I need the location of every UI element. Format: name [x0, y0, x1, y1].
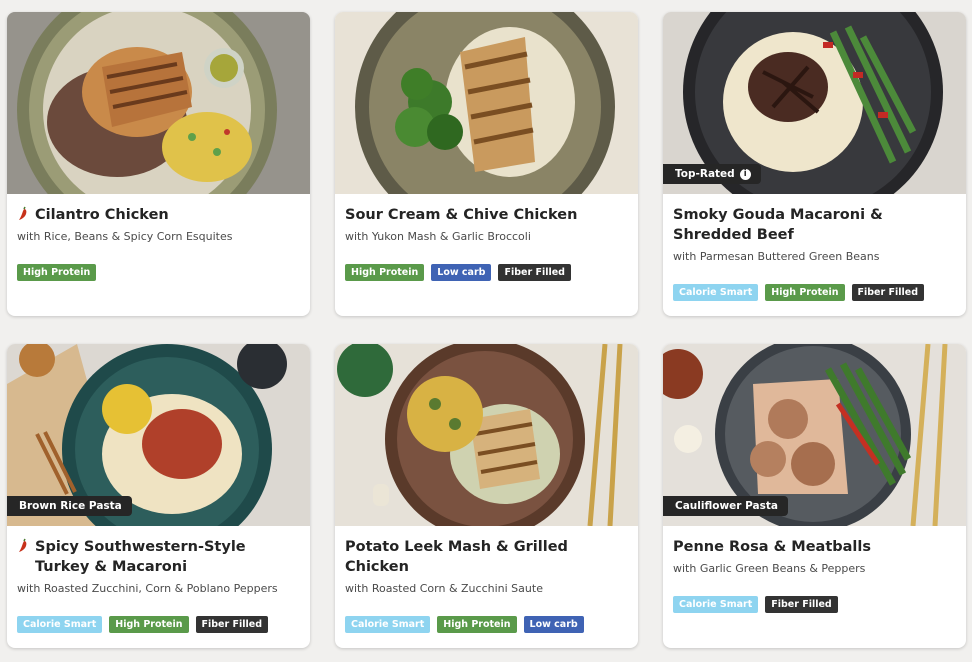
chili-pepper-icon: [17, 205, 29, 225]
meal-grid: Cilantro Chicken with Rice, Beans & Spic…: [0, 0, 972, 662]
meal-tags: Calorie Smart High Protein Low carb: [345, 616, 628, 633]
meal-tags: Calorie Smart High Protein Fiber Filled: [17, 616, 300, 633]
top-rated-ribbon[interactable]: Top-Rated i: [663, 164, 761, 184]
pasta-ribbon: Cauliflower Pasta: [663, 496, 788, 516]
meal-subtitle: with Roasted Zucchini, Corn & Poblano Pe…: [17, 582, 278, 595]
tag-high-protein: High Protein: [765, 284, 845, 301]
tag-high-protein: High Protein: [17, 264, 97, 281]
meal-subtitle: with Parmesan Buttered Green Beans: [673, 250, 880, 263]
meal-title: Cilantro Chicken: [17, 205, 300, 225]
tag-low-carb: Low carb: [431, 264, 492, 281]
meal-photo: [335, 12, 638, 194]
meal-card[interactable]: Sour Cream & Chive Chicken with Yukon Ma…: [335, 12, 638, 316]
tag-low-carb: Low carb: [523, 616, 584, 633]
meal-photo: Top-Rated i: [663, 12, 966, 194]
info-icon[interactable]: i: [739, 168, 751, 180]
meal-card[interactable]: Top-Rated i Smoky Gouda Macaroni & Shred…: [663, 12, 966, 316]
tag-high-protein: High Protein: [345, 264, 425, 281]
tag-calorie-smart: Calorie Smart: [17, 616, 103, 633]
meal-card[interactable]: Cilantro Chicken with Rice, Beans & Spic…: [7, 12, 310, 316]
tag-high-protein: High Protein: [437, 616, 517, 633]
tag-fiber-filled: Fiber Filled: [851, 284, 924, 301]
meal-subtitle: with Roasted Corn & Zucchini Saute: [345, 582, 543, 595]
meal-title: Sour Cream & Chive Chicken: [345, 207, 578, 223]
meal-tags: High Protein Low carb Fiber Filled: [345, 264, 628, 281]
tag-calorie-smart: Calorie Smart: [345, 616, 431, 633]
ribbon-label: Brown Rice Pasta: [19, 500, 122, 512]
meal-subtitle: with Garlic Green Beans & Peppers: [673, 562, 866, 575]
ribbon-label: Cauliflower Pasta: [675, 500, 778, 512]
meal-tags: Calorie Smart Fiber Filled: [673, 596, 956, 613]
meal-title: Spicy Southwestern-Style Turkey & Macaro…: [17, 537, 300, 577]
tag-fiber-filled: Fiber Filled: [498, 264, 571, 281]
pasta-ribbon: Brown Rice Pasta: [7, 496, 132, 516]
meal-title: Penne Rosa & Meatballs: [673, 539, 871, 555]
ribbon-label: Top-Rated: [675, 168, 735, 180]
chili-pepper-icon: [17, 537, 29, 557]
meal-tags: High Protein: [17, 264, 300, 281]
meal-title: Potato Leek Mash & Grilled Chicken: [345, 539, 568, 575]
tag-fiber-filled: Fiber Filled: [765, 596, 838, 613]
meal-photo: Brown Rice Pasta: [7, 344, 310, 526]
tag-fiber-filled: Fiber Filled: [195, 616, 268, 633]
meal-card[interactable]: Cauliflower Pasta Penne Rosa & Meatballs…: [663, 344, 966, 648]
meal-subtitle: with Yukon Mash & Garlic Broccoli: [345, 230, 531, 243]
meal-photo: [335, 344, 638, 526]
meal-photo: Cauliflower Pasta: [663, 344, 966, 526]
meal-card[interactable]: Brown Rice Pasta Spicy Southwestern-Styl…: [7, 344, 310, 648]
tag-calorie-smart: Calorie Smart: [673, 596, 759, 613]
meal-card[interactable]: Potato Leek Mash & Grilled Chicken with …: [335, 344, 638, 648]
meal-title: Smoky Gouda Macaroni & Shredded Beef: [673, 207, 883, 243]
meal-tags: Calorie Smart High Protein Fiber Filled: [673, 284, 956, 301]
tag-calorie-smart: Calorie Smart: [673, 284, 759, 301]
meal-subtitle: with Rice, Beans & Spicy Corn Esquites: [17, 230, 233, 243]
meal-photo: [7, 12, 310, 194]
tag-high-protein: High Protein: [109, 616, 189, 633]
